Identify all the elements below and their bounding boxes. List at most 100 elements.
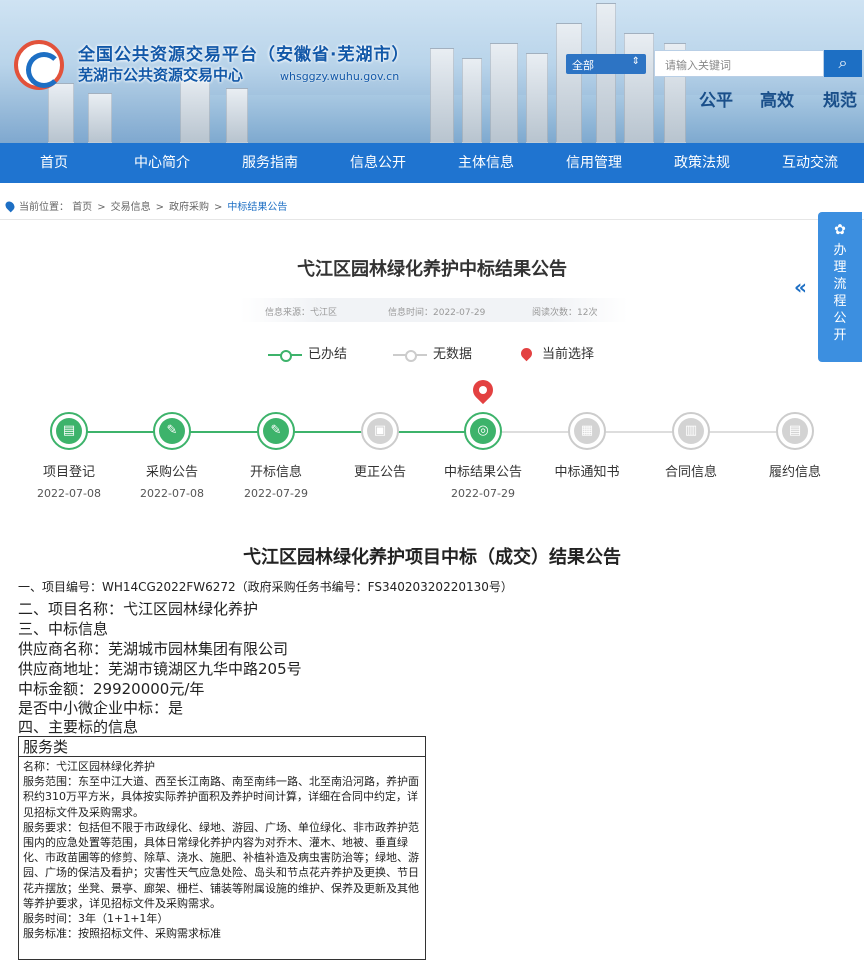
nav-credit[interactable]: 信用管理 (540, 143, 648, 183)
meta-bar: 信息来源：弋江区 信息时间：2022-07-29 阅读次数：12次 (240, 298, 628, 322)
timeline-step-award-notice[interactable]: ▦ 中标通知书 (537, 412, 637, 501)
step-label: 采购公告 (145, 465, 198, 480)
step-label: 开标信息 (249, 465, 302, 480)
main-nav: 首页 中心简介 服务指南 信息公开 主体信息 信用管理 政策法规 互动交流 (0, 143, 864, 183)
service-name: 名称：弋江区园林绿化养护 (23, 760, 155, 773)
building (226, 88, 248, 143)
nav-entity-info[interactable]: 主体信息 (432, 143, 540, 183)
site-subtitle: 芜湖市公共资源交易中心 (78, 66, 244, 84)
breadcrumb-trade-info[interactable]: 交易信息 (111, 202, 151, 213)
building (48, 83, 74, 143)
performance-icon: ▤ (782, 418, 808, 444)
service-time: 服务时间：3年（1+1+1年） (23, 912, 169, 926)
sme-award: 是否中小微企业中标：是 (18, 699, 184, 717)
search-input[interactable]: 请输入关键词 (654, 50, 824, 77)
step-circle: ◎ (464, 412, 502, 450)
site-title: 全国公共资源交易平台（安徽省·芜湖市） (78, 45, 410, 65)
timeline-step-procurement-notice[interactable]: ✎ 采购公告 2022-07-08 (122, 412, 222, 501)
building (556, 23, 582, 143)
step-circle: ✎ (257, 412, 295, 450)
notice-icon: ▦ (574, 418, 600, 444)
process-disclosure-panel[interactable]: ✿ 办理流程公开 (818, 212, 862, 362)
target-icon: ◎ (470, 418, 496, 444)
meta-source: 信息来源：弋江区 (265, 308, 338, 318)
legend-done-label: 已办结 (308, 347, 348, 362)
supplier-address: 供应商地址：芜湖市镜湖区九华中路205号 (18, 660, 302, 678)
table-cell: 名称：弋江区园林绿化养护 服务范围：东至中江大道、西至长江南路、南至南纬一路、北… (19, 757, 425, 943)
building (624, 33, 654, 143)
correction-icon: ▣ (367, 418, 393, 444)
table-header: 服务类 (19, 737, 425, 757)
site-logo[interactable] (14, 40, 64, 90)
nav-interaction[interactable]: 互动交流 (756, 143, 864, 183)
section-main-subject: 四、主要标的信息 (18, 718, 139, 736)
header-banner: 全国公共资源交易平台（安徽省·芜湖市） 芜湖市公共资源交易中心 whsggzy.… (0, 0, 864, 143)
step-circle: ▣ (361, 412, 399, 450)
service-info-table: 服务类 名称：弋江区园林绿化养护 服务范围：东至中江大道、西至长江南路、南至南纬… (18, 736, 426, 960)
breadcrumb-gov-procurement[interactable]: 政府采购 (169, 202, 209, 213)
building (462, 58, 482, 143)
breadcrumb-current[interactable]: 中标结果公告 (227, 202, 287, 213)
document-edit-icon: ✎ (159, 418, 185, 444)
step-date (641, 487, 741, 501)
chevron-down-icon: ⇕ (631, 56, 640, 67)
meta-views: 阅读次数：12次 (532, 308, 598, 318)
nav-home[interactable]: 首页 (0, 143, 108, 183)
double-chevron-left-icon[interactable]: « (794, 275, 807, 299)
page-title: 弋江区园林绿化养护中标结果公告 (297, 259, 567, 280)
section-award-info: 三、中标信息 (18, 620, 109, 638)
search-scope-select[interactable]: 全部 ⇕ (566, 54, 646, 74)
step-circle: ▤ (776, 412, 814, 450)
nav-info-disclosure[interactable]: 信息公开 (324, 143, 432, 183)
project-number: 一、项目编号：WH14CG2022FW6272（政府采购任务书编号：FS3402… (18, 580, 513, 594)
timeline-step-performance[interactable]: ▤ 履约信息 (745, 412, 845, 501)
current-step-pin-icon (468, 375, 498, 405)
step-date (330, 487, 430, 501)
step-date: 2022-07-08 (140, 487, 204, 500)
nav-service-guide[interactable]: 服务指南 (216, 143, 324, 183)
step-label: 中标通知书 (554, 465, 620, 480)
meta-time: 信息时间：2022-07-29 (388, 308, 486, 318)
timeline-step-bid-opening[interactable]: ✎ 开标信息 2022-07-29 (226, 412, 326, 501)
breadcrumb-prefix: 当前位置： (19, 202, 69, 213)
process-disclosure-label: 办理流程公开 (833, 243, 847, 343)
breadcrumb-separator: > (155, 202, 164, 213)
legend-none: 无数据 (393, 343, 472, 362)
none-line-icon (393, 349, 427, 362)
service-standard: 服务标准：按照招标文件、采购需求标准 (23, 927, 221, 941)
step-label: 合同信息 (664, 465, 717, 480)
breadcrumb-home[interactable]: 首页 (72, 202, 92, 213)
timeline-step-project-registration[interactable]: ▤ 项目登记 2022-07-08 (19, 412, 119, 501)
timeline-step-award-result[interactable]: ◎ 中标结果公告 2022-07-29 (433, 412, 533, 501)
step-circle: ▥ (672, 412, 710, 450)
location-pin-icon (3, 199, 17, 213)
legend-done: 已办结 (268, 343, 347, 362)
step-label: 项目登记 (42, 465, 95, 480)
breadcrumb: 当前位置： 首页 > 交易信息 > 政府采购 > 中标结果公告 (3, 198, 287, 213)
done-line-icon (268, 349, 302, 362)
legend-current-label: 当前选择 (542, 347, 595, 362)
divider (0, 219, 864, 220)
step-label: 更正公告 (353, 465, 406, 480)
step-date: 2022-07-29 (244, 487, 308, 500)
building (526, 53, 548, 143)
step-label: 履约信息 (768, 465, 821, 480)
search-button[interactable]: ⌕ (824, 50, 862, 77)
step-date: 2022-07-29 (451, 487, 515, 500)
site-url: whsggzy.wuhu.gov.cn (280, 70, 400, 83)
nav-policy[interactable]: 政策法规 (648, 143, 756, 183)
nav-about[interactable]: 中心简介 (108, 143, 216, 183)
gear-icon: ✿ (834, 222, 846, 238)
breadcrumb-separator: > (97, 202, 106, 213)
folder-icon: ▤ (56, 418, 82, 444)
step-circle: ✎ (153, 412, 191, 450)
timeline-step-correction[interactable]: ▣ 更正公告 (330, 412, 430, 501)
project-name: 二、项目名称：弋江区园林绿化养护 (18, 600, 259, 618)
legend-current: 当前选择 (518, 343, 595, 362)
supplier-name: 供应商名称：芜湖城市园林集团有限公司 (18, 640, 289, 658)
location-pin-icon (518, 345, 535, 362)
timeline-step-contract[interactable]: ▥ 合同信息 (641, 412, 741, 501)
service-requirements: 服务要求：包括但不限于市政绿化、绿地、游园、广场、单位绿化、非市政养护范围内的应… (23, 820, 419, 910)
building (88, 93, 112, 143)
step-circle: ▤ (50, 412, 88, 450)
